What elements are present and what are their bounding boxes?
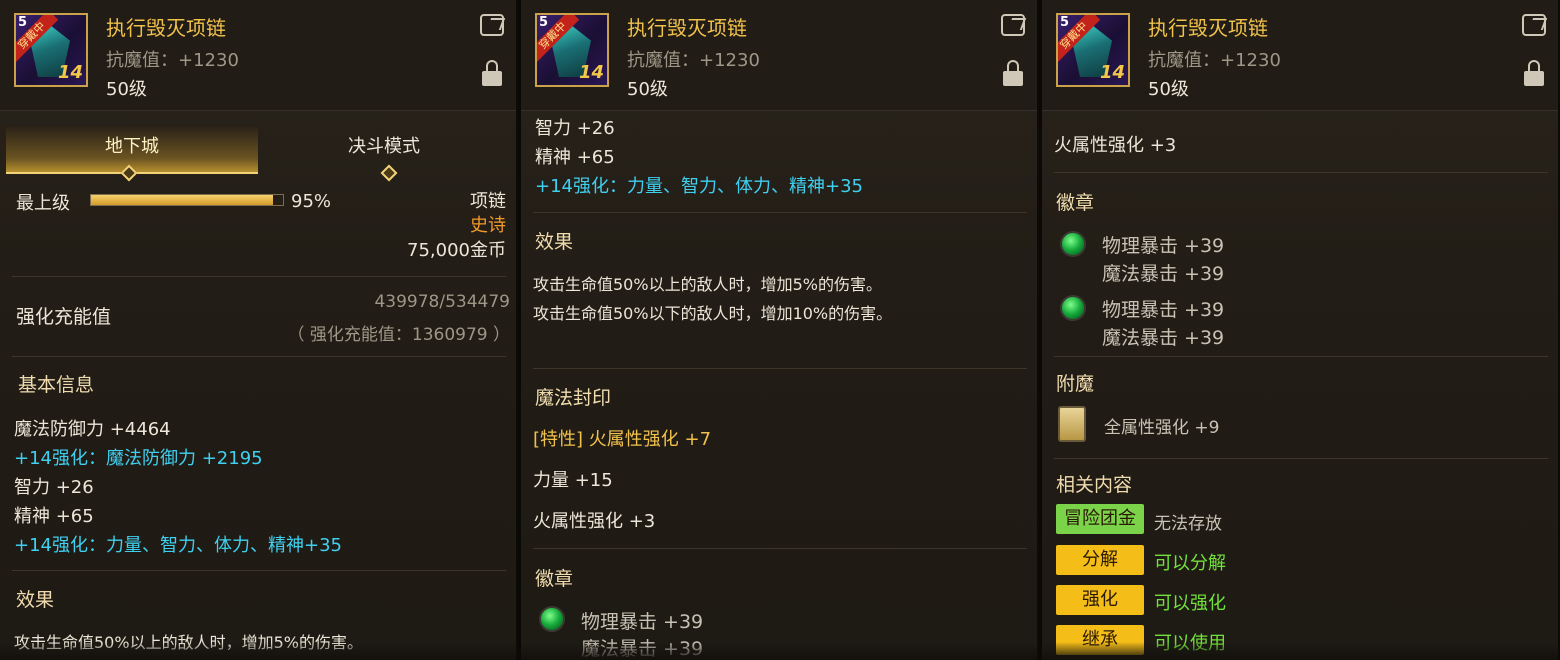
bottom-fade — [521, 642, 1037, 660]
seal-line: 火属性强化 +3 — [533, 511, 656, 532]
item-level: 50级 — [627, 79, 668, 100]
divider — [533, 212, 1027, 213]
charge-label: 强化充能值 — [16, 306, 112, 328]
item-stat-line: 抗魔值：+1230 — [627, 50, 760, 71]
tag-reinforce: 强化 — [1056, 585, 1144, 615]
divider — [12, 356, 506, 357]
emblem-title: 徽章 — [1056, 192, 1095, 214]
divider — [12, 276, 506, 277]
item-icon[interactable]: 5 穿戴中 14 — [14, 13, 88, 87]
stat-line: 智力 +26 — [14, 477, 94, 498]
emblem-stat: 魔法暴击 +39 — [1102, 263, 1225, 285]
stat-line: 魔法防御力 +4464 — [14, 419, 171, 440]
basic-info-title: 基本信息 — [18, 374, 95, 396]
bottom-fade — [1042, 642, 1558, 660]
tooltip-panel-3: 5 穿戴中 14 执行毁灭项链 抗魔值：+1230 50级 火属性强化 +3 徽… — [1042, 0, 1560, 660]
item-icon[interactable]: 5 穿戴中 14 — [1056, 13, 1130, 87]
item-header: 5 穿戴中 14 执行毁灭项链 抗魔值：+1230 50级 — [1042, 0, 1558, 111]
icon-level: 5 — [1060, 15, 1070, 30]
grade-bar — [90, 194, 284, 206]
stat-line: 精神 +65 — [535, 147, 615, 168]
tab-dungeon-label: 地下城 — [105, 136, 159, 157]
charge-value: 439978/534479 — [374, 292, 510, 312]
stat-line-reinforce: +14强化：力量、智力、体力、精神+35 — [535, 176, 863, 197]
grade-percent: 95% — [291, 191, 332, 212]
related-title: 相关内容 — [1056, 474, 1133, 496]
enchant-line: 全属性强化 +9 — [1104, 418, 1220, 438]
tag-disassemble: 分解 — [1056, 545, 1144, 575]
share-icon[interactable] — [1522, 14, 1546, 36]
lock-icon[interactable] — [1003, 60, 1023, 86]
status-adventure-vault: 无法存放 — [1154, 514, 1222, 534]
tab-duel[interactable]: 决斗模式 — [258, 126, 510, 172]
bottom-fade — [0, 642, 516, 660]
emblem-title: 徽章 — [535, 568, 574, 590]
emblem-stat: 魔法暴击 +39 — [1102, 327, 1225, 349]
item-header: 5 穿戴中 14 执行毁灭项链 抗魔值：+1230 50级 — [0, 0, 516, 111]
item-slot: 项链 — [470, 191, 506, 212]
item-stat-line: 抗魔值：+1230 — [106, 50, 239, 71]
seal-line: 火属性强化 +3 — [1054, 135, 1177, 156]
item-name: 执行毁灭项链 — [627, 16, 747, 40]
share-icon[interactable] — [480, 14, 504, 36]
stat-line-reinforce: +14强化：力量、智力、体力、精神+35 — [14, 535, 342, 556]
tab-duel-label: 决斗模式 — [348, 136, 420, 157]
divider — [1054, 458, 1548, 459]
item-stat-line: 抗魔值：+1230 — [1148, 50, 1281, 71]
share-icon[interactable] — [1001, 14, 1025, 36]
stat-line-reinforce: +14强化：魔法防御力 +2195 — [14, 448, 263, 469]
status-disassemble: 可以分解 — [1154, 553, 1226, 574]
icon-level: 5 — [539, 15, 549, 30]
item-level: 50级 — [1148, 79, 1189, 100]
lock-icon[interactable] — [1524, 60, 1544, 86]
grade-bar-fill — [91, 195, 274, 205]
emblem-stat: 物理暴击 +39 — [581, 611, 704, 633]
emblem-green-icon[interactable] — [1060, 295, 1086, 321]
item-name: 执行毁灭项链 — [1148, 16, 1268, 40]
enchant-card-icon[interactable] — [1058, 406, 1086, 442]
seal-line: 力量 +15 — [533, 470, 613, 491]
emblem-green-icon[interactable] — [1060, 231, 1086, 257]
effect-title: 效果 — [535, 231, 574, 253]
lock-icon[interactable] — [482, 60, 502, 86]
stat-line: 精神 +65 — [14, 506, 94, 527]
effect-title: 效果 — [16, 589, 55, 611]
emblem-green-icon[interactable] — [539, 606, 565, 632]
icon-plus-level: 14 — [578, 62, 604, 83]
item-level: 50级 — [106, 79, 147, 100]
seal-title: 魔法封印 — [535, 387, 612, 409]
divider — [533, 368, 1027, 369]
tag-adventure-vault: 冒险团金库 — [1056, 504, 1144, 559]
item-header: 5 穿戴中 14 执行毁灭项链 抗魔值：+1230 50级 — [521, 0, 1037, 111]
icon-plus-level: 14 — [1099, 62, 1125, 83]
icon-level: 5 — [18, 15, 28, 30]
item-rarity: 史诗 — [470, 215, 506, 236]
divider — [12, 570, 506, 571]
effect-line: 攻击生命值50%以下的敌人时，增加10%的伤害。 — [533, 304, 893, 323]
divider — [533, 548, 1027, 549]
tooltip-panel-1: 5 穿戴中 14 执行毁灭项链 抗魔值：+1230 50级 地下城 决斗模式 最… — [0, 0, 518, 660]
item-name: 执行毁灭项链 — [106, 16, 226, 40]
emblem-stat: 物理暴击 +39 — [1102, 299, 1225, 321]
effect-line: 攻击生命值50%以上的敌人时，增加5%的伤害。 — [533, 275, 882, 294]
grade-label: 最上级 — [16, 193, 70, 214]
tooltip-panel-2: 5 穿戴中 14 执行毁灭项链 抗魔值：+1230 50级 智力 +26 精神 … — [521, 0, 1039, 660]
divider — [1054, 356, 1548, 357]
seal-trait-line: [特性] 火属性强化 +7 — [533, 429, 712, 450]
enchant-title: 附魔 — [1056, 373, 1095, 395]
emblem-stat: 物理暴击 +39 — [1102, 235, 1225, 257]
icon-plus-level: 14 — [57, 62, 83, 83]
item-price: 75,000金币 — [407, 240, 506, 261]
stat-line: 智力 +26 — [535, 118, 615, 139]
status-reinforce: 可以强化 — [1154, 593, 1226, 614]
item-icon[interactable]: 5 穿戴中 14 — [535, 13, 609, 87]
divider — [1054, 172, 1548, 173]
charge-total: （ 强化充能值：1360979 ） — [287, 325, 510, 345]
